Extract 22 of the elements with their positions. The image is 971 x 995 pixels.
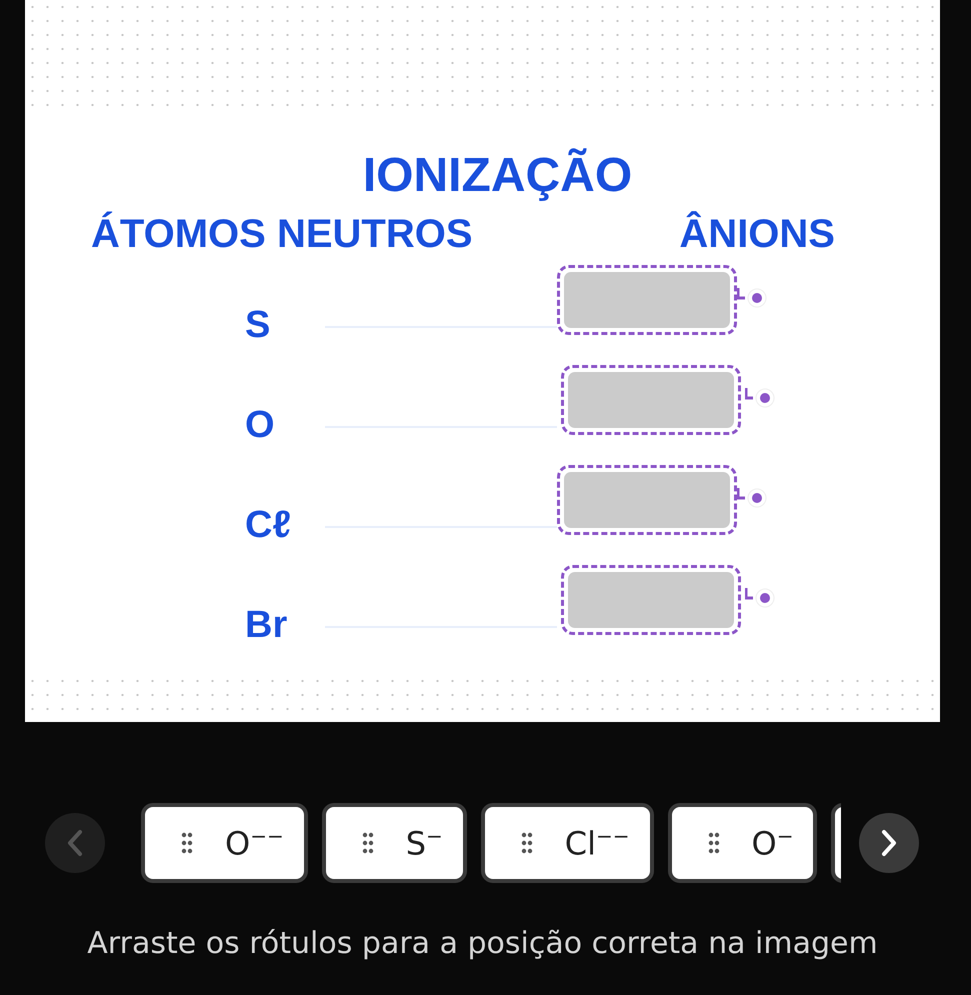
element-symbol: S <box>245 303 272 347</box>
instruction-text: Arraste os rótulos para a posição correta na imagem <box>86 926 879 961</box>
column-heading: ÁTOMOS NEUTROS <box>91 210 473 258</box>
column-heading: ÂNIONS <box>679 210 835 258</box>
draggable-label[interactable]: O$^{−}$ <box>668 803 818 883</box>
draggable-label[interactable]: S$^{−}$ <box>322 803 467 883</box>
image-title: IONIZAÇÃO <box>362 148 634 204</box>
drop-zone[interactable] <box>561 365 741 435</box>
drag-handle-icon <box>362 832 374 854</box>
drop-zone[interactable] <box>557 265 737 335</box>
draggable-label[interactable]: Cl$^{−−}$ <box>480 803 654 883</box>
drop-zone[interactable] <box>561 565 741 635</box>
drag-handle-icon <box>520 832 533 854</box>
element-symbol: O <box>245 403 276 447</box>
drag-handle-icon <box>708 832 720 854</box>
drag-handle-icon <box>181 832 193 854</box>
element-symbol: Cℓ <box>245 503 292 547</box>
element-symbol: Br <box>245 603 288 647</box>
chevron-left-icon <box>65 828 85 858</box>
chevron-right-icon <box>879 828 899 858</box>
drop-zone[interactable] <box>557 465 737 535</box>
draggable-label[interactable]: O$^{−−}$ <box>141 803 308 883</box>
